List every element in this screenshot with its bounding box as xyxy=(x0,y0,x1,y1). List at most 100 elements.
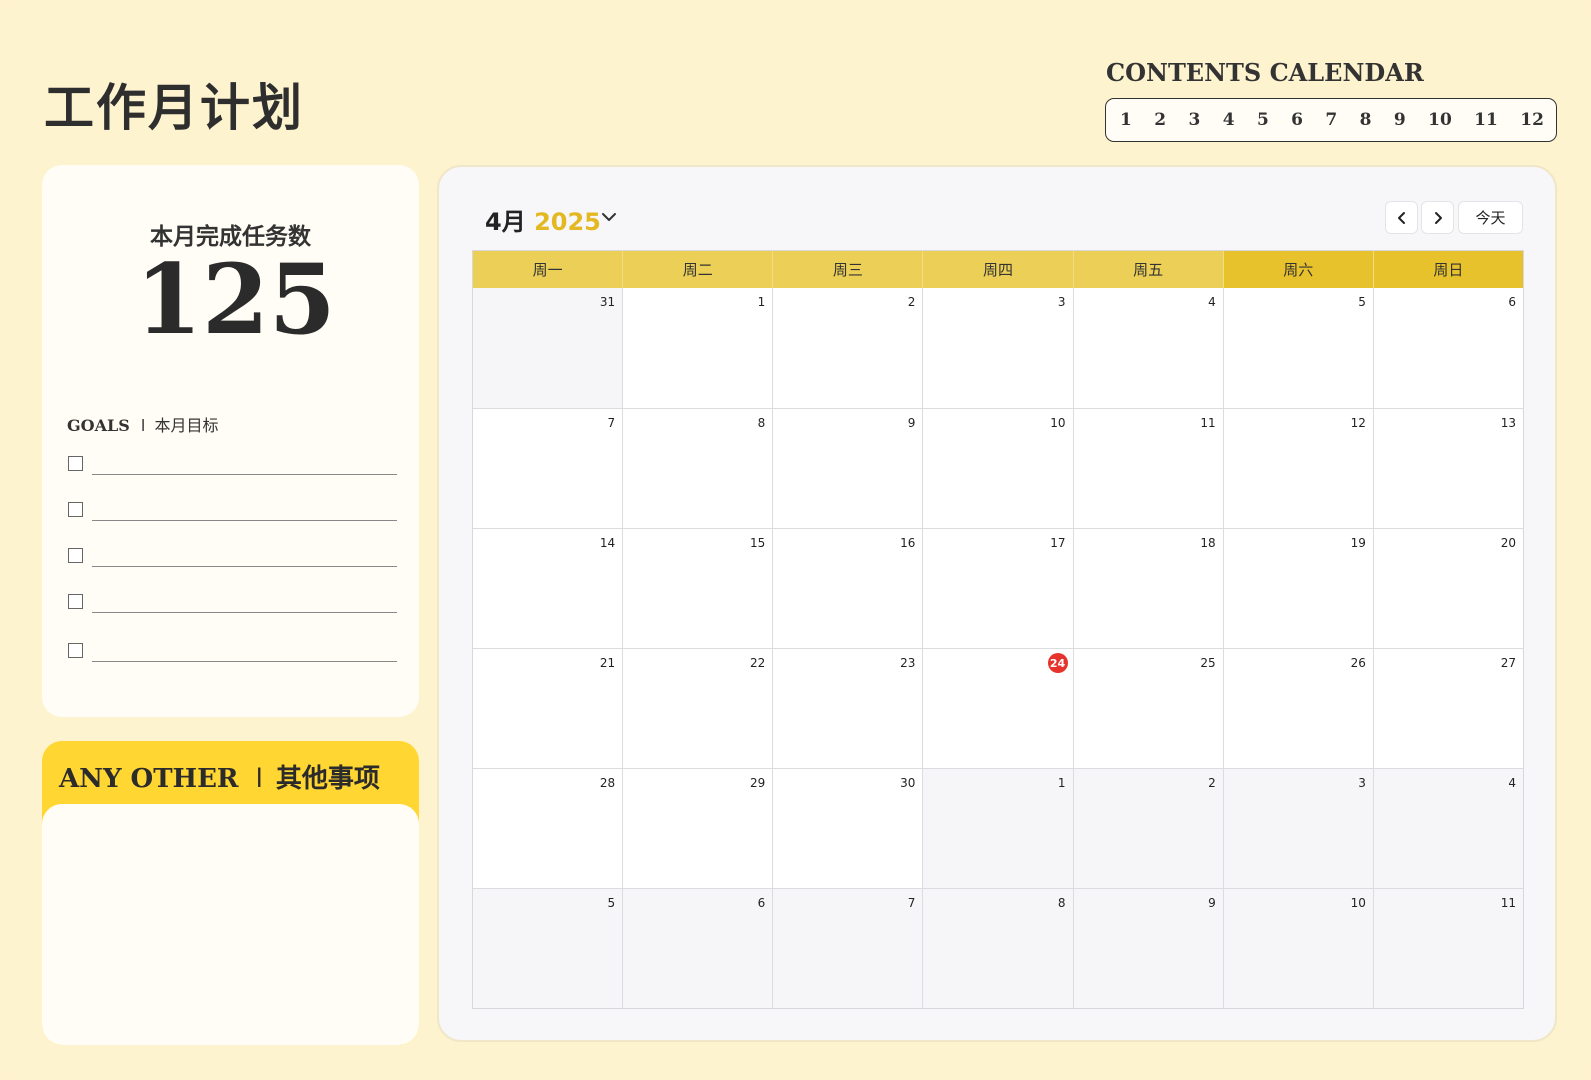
day-cell[interactable]: 2 xyxy=(773,288,924,408)
month-link-8[interactable]: 8 xyxy=(1360,110,1372,130)
goal-input-line[interactable] xyxy=(92,661,397,662)
day-number: 1 xyxy=(757,295,766,309)
day-cell[interactable]: 23 xyxy=(773,649,924,768)
day-cell[interactable]: 21 xyxy=(473,649,624,768)
month-link-2[interactable]: 2 xyxy=(1154,110,1166,130)
day-cell[interactable]: 25 xyxy=(1073,649,1224,768)
month-link-11[interactable]: 11 xyxy=(1474,110,1498,130)
day-cell[interactable]: 8 xyxy=(623,409,774,528)
goals-title-en: GOALS xyxy=(67,416,130,435)
day-cell[interactable]: 1 xyxy=(623,288,774,408)
day-cell[interactable]: 3 xyxy=(923,288,1074,408)
day-cell[interactable]: 8 xyxy=(923,889,1074,1008)
other-title-sep: l xyxy=(255,764,263,794)
goal-input-line[interactable] xyxy=(92,566,397,567)
goal-input-line[interactable] xyxy=(92,612,397,613)
day-cell[interactable]: 18 xyxy=(1073,529,1224,648)
day-number: 24 xyxy=(1047,653,1068,673)
month-link-3[interactable]: 3 xyxy=(1188,110,1200,130)
day-cell[interactable]: 17 xyxy=(923,529,1074,648)
weekday-3: 周三 xyxy=(773,251,924,288)
day-cell[interactable]: 26 xyxy=(1223,649,1374,768)
chevron-down-icon[interactable] xyxy=(599,207,619,227)
weekday-6: 周六 xyxy=(1223,251,1374,288)
calendar-month-label: 4月 xyxy=(485,208,526,236)
day-cell[interactable]: 9 xyxy=(1073,889,1224,1008)
prev-month-button[interactable] xyxy=(1385,201,1418,234)
day-number: 14 xyxy=(599,536,616,550)
day-number: 20 xyxy=(1500,536,1516,550)
goal-item xyxy=(68,639,398,665)
day-cell[interactable]: 30 xyxy=(773,769,924,888)
month-link-7[interactable]: 7 xyxy=(1325,110,1337,130)
day-cell[interactable]: 20 xyxy=(1373,529,1523,648)
day-cell[interactable]: 11 xyxy=(1073,409,1224,528)
day-number: 9 xyxy=(907,416,916,430)
month-link-1[interactable]: 1 xyxy=(1120,110,1132,130)
day-cell[interactable]: 6 xyxy=(1373,288,1523,408)
month-link-9[interactable]: 9 xyxy=(1394,110,1406,130)
day-cell[interactable]: 3 xyxy=(1223,769,1374,888)
day-number: 7 xyxy=(607,416,616,430)
day-cell[interactable]: 15 xyxy=(623,529,774,648)
month-link-4[interactable]: 4 xyxy=(1223,110,1235,130)
goal-item xyxy=(68,498,398,524)
day-cell-today[interactable]: 24 xyxy=(923,649,1074,768)
day-cell[interactable]: 14 xyxy=(473,529,624,648)
day-cell[interactable]: 12 xyxy=(1223,409,1374,528)
day-cell[interactable]: 27 xyxy=(1373,649,1523,768)
week-row: 7 8 9 10 11 12 13 xyxy=(473,408,1523,528)
goal-input-line[interactable] xyxy=(92,474,397,475)
day-number: 27 xyxy=(1500,656,1516,670)
next-month-button[interactable] xyxy=(1421,201,1454,234)
goal-item xyxy=(68,590,398,616)
day-cell[interactable]: 1 xyxy=(923,769,1074,888)
stats-card: 本月完成任务数 125 GOALS l 本月目标 xyxy=(42,165,419,717)
day-number: 9 xyxy=(1208,896,1216,910)
goal-checkbox[interactable] xyxy=(68,548,83,563)
day-cell[interactable]: 2 xyxy=(1073,769,1224,888)
day-cell[interactable]: 16 xyxy=(773,529,924,648)
month-link-12[interactable]: 12 xyxy=(1520,110,1544,130)
week-row: 21 22 23 24 25 26 27 xyxy=(473,648,1523,768)
goal-item xyxy=(68,452,398,478)
day-cell[interactable]: 31 xyxy=(473,288,624,408)
day-cell[interactable]: 29 xyxy=(623,769,774,888)
day-cell[interactable]: 6 xyxy=(623,889,774,1008)
month-link-6[interactable]: 6 xyxy=(1291,110,1303,130)
day-number: 31 xyxy=(599,295,616,309)
day-cell[interactable]: 10 xyxy=(1223,889,1374,1008)
day-cell[interactable]: 5 xyxy=(473,889,624,1008)
day-cell[interactable]: 11 xyxy=(1373,889,1523,1008)
day-cell[interactable]: 5 xyxy=(1223,288,1374,408)
day-number: 6 xyxy=(1508,295,1516,309)
day-cell[interactable]: 7 xyxy=(473,409,624,528)
goal-checkbox[interactable] xyxy=(68,456,83,471)
other-notes-area[interactable] xyxy=(42,804,419,1045)
day-number: 29 xyxy=(750,776,766,790)
tasks-completed-value: 125 xyxy=(135,243,336,356)
weekday-2: 周二 xyxy=(623,251,774,288)
week-row: 14 15 16 17 18 19 20 xyxy=(473,528,1523,648)
month-link-10[interactable]: 10 xyxy=(1428,110,1452,130)
month-link-5[interactable]: 5 xyxy=(1257,110,1269,130)
day-cell[interactable]: 4 xyxy=(1373,769,1523,888)
goal-checkbox[interactable] xyxy=(68,643,83,658)
goal-checkbox[interactable] xyxy=(68,502,83,517)
day-cell[interactable]: 28 xyxy=(473,769,624,888)
goal-input-line[interactable] xyxy=(92,520,397,521)
day-cell[interactable]: 9 xyxy=(773,409,924,528)
day-cell[interactable]: 19 xyxy=(1223,529,1374,648)
goals-title: GOALS l 本月目标 xyxy=(67,412,218,436)
day-cell[interactable]: 13 xyxy=(1373,409,1523,528)
day-cell[interactable]: 7 xyxy=(773,889,924,1008)
day-cell[interactable]: 4 xyxy=(1073,288,1224,408)
today-button[interactable]: 今天 xyxy=(1458,201,1523,234)
day-number: 16 xyxy=(900,536,916,550)
day-number: 28 xyxy=(599,776,616,790)
day-cell[interactable]: 10 xyxy=(923,409,1074,528)
day-number: 4 xyxy=(1508,776,1516,790)
goal-item xyxy=(68,544,398,570)
day-cell[interactable]: 22 xyxy=(623,649,774,768)
goal-checkbox[interactable] xyxy=(68,594,83,609)
